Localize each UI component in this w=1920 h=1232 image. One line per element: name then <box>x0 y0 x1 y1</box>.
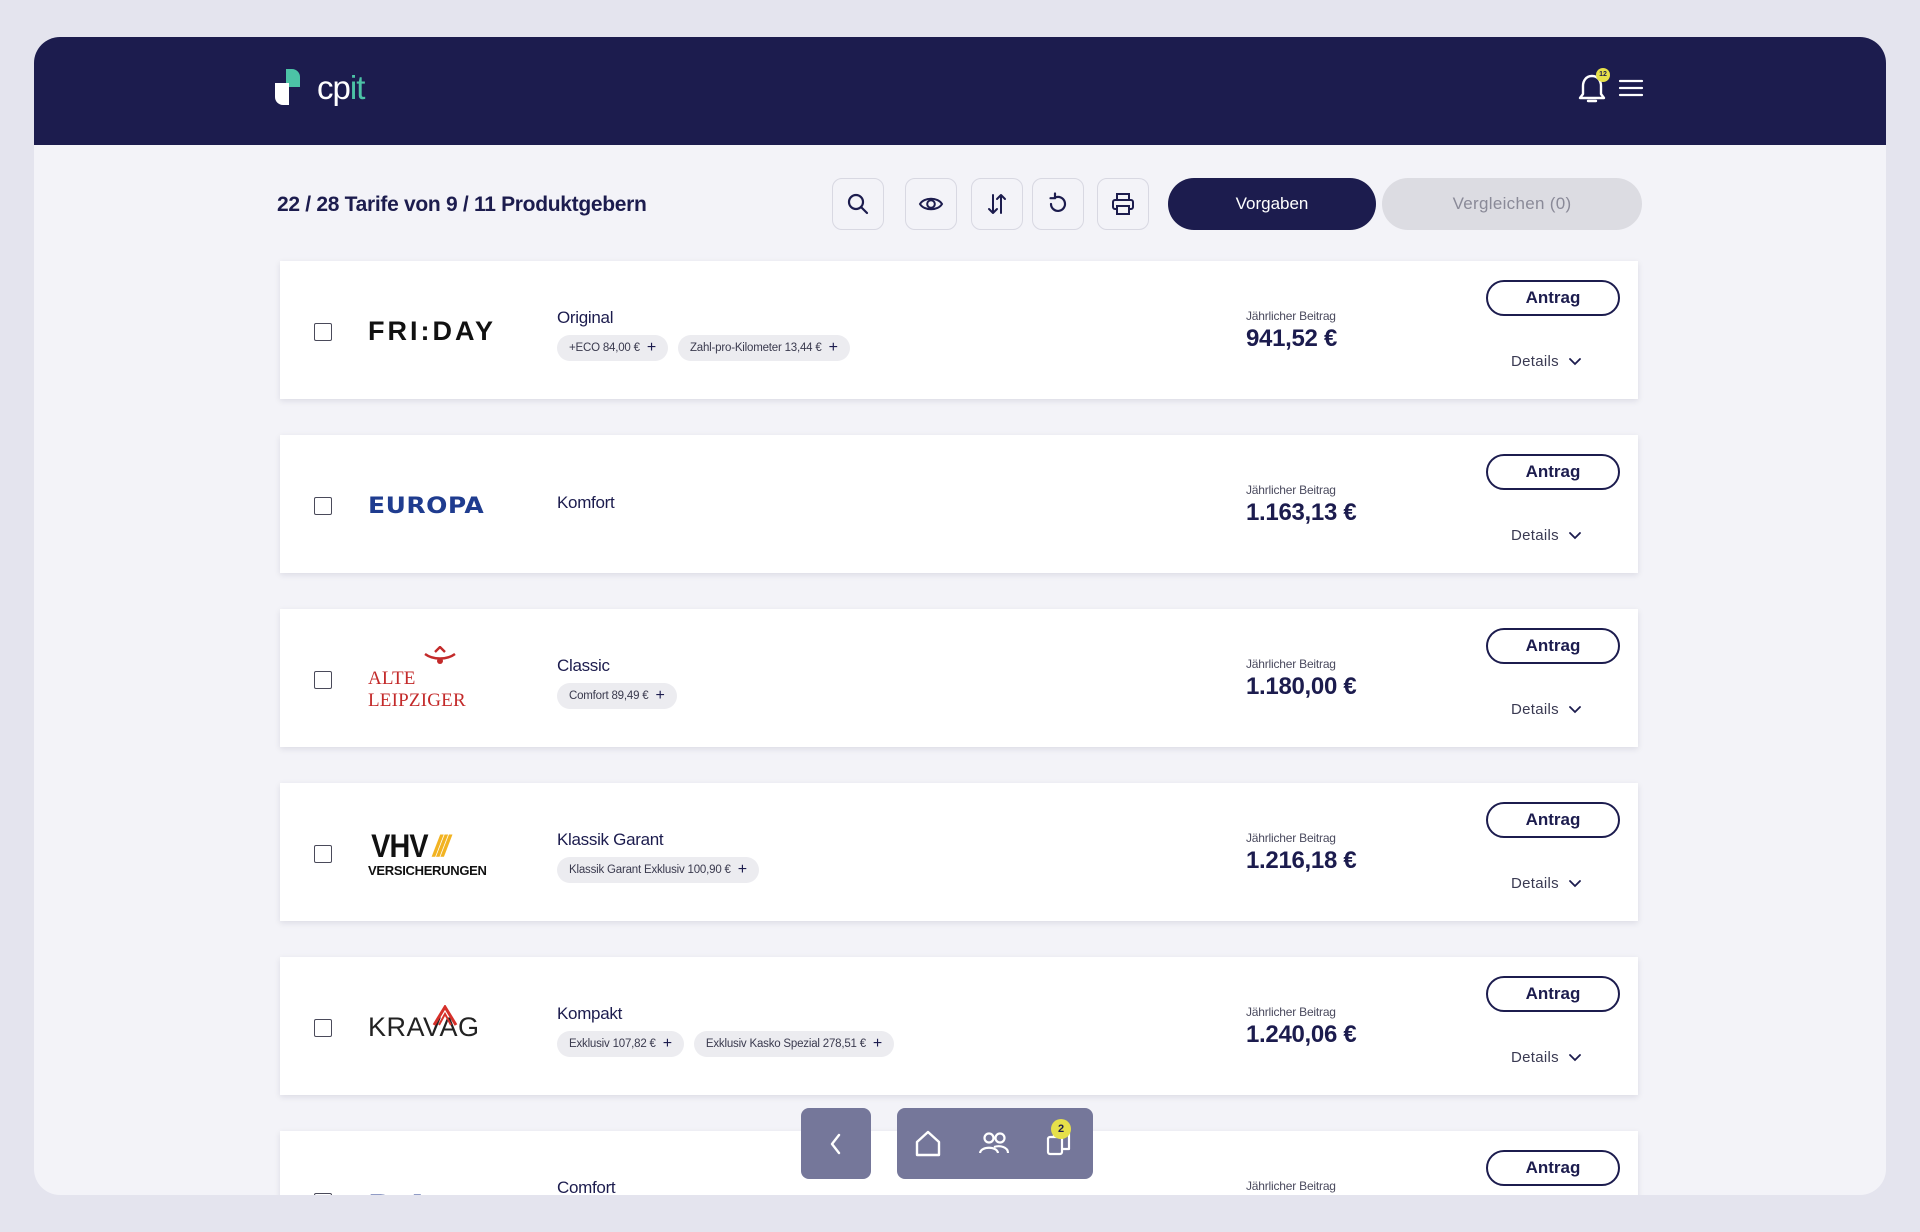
details-toggle[interactable]: Details <box>1511 701 1581 718</box>
option-chip[interactable]: Exklusiv 107,82 € + <box>557 1031 684 1057</box>
vergleichen-button[interactable]: Vergleichen (0) <box>1382 178 1642 230</box>
price-label: Jährlicher Beitrag <box>1246 1005 1336 1019</box>
tariff-card: VHV /// VERSICHERUNGEN Klassik Garant Kl… <box>280 783 1638 921</box>
details-toggle[interactable]: Details <box>1511 353 1581 370</box>
antrag-button[interactable]: Antrag <box>1486 454 1620 490</box>
annual-price: 1.240,06 € <box>1246 1021 1357 1048</box>
search-button[interactable] <box>832 178 884 230</box>
details-toggle[interactable]: Details <box>1511 875 1581 892</box>
app-window: cpit 12 22 / 28 Tarife von 9 / 11 Produk… <box>34 37 1886 1195</box>
provider-logo-da: DA <box>368 1169 518 1196</box>
plus-icon: + <box>872 1035 883 1052</box>
annual-price: 1.180,00 € <box>1246 673 1357 700</box>
antrag-button[interactable]: Antrag <box>1486 280 1620 316</box>
users-icon[interactable] <box>977 1126 1011 1160</box>
details-toggle[interactable]: Details <box>1511 1049 1581 1066</box>
details-toggle[interactable]: Details <box>1511 527 1581 544</box>
annual-price: 1.216,18 € <box>1246 847 1357 874</box>
price-label: Jährlicher Beitrag <box>1246 1179 1336 1193</box>
tariff-name: Klassik Garant <box>557 830 664 849</box>
home-icon[interactable] <box>911 1126 945 1160</box>
sort-button[interactable] <box>971 178 1023 230</box>
option-chip[interactable]: Exklusiv Kasko Spezial 278,51 € + <box>693 1031 895 1057</box>
result-summary: 22 / 28 Tarife von 9 / 11 Produktgebern <box>277 193 647 216</box>
tariff-card: EUROPA Komfort Jährlicher Beitrag 1.163,… <box>280 435 1638 573</box>
plus-icon: + <box>646 339 656 356</box>
plus-icon: + <box>828 339 838 356</box>
tariff-name: Kompakt <box>557 1004 622 1023</box>
printer-icon <box>1112 193 1134 215</box>
sort-arrows-icon <box>988 194 1006 214</box>
search-icon <box>847 193 869 215</box>
vorgaben-button[interactable]: Vorgaben <box>1168 178 1376 230</box>
tariff-card: KRAVAG Kompakt Exklusiv 107,82 € + Exklus… <box>280 957 1638 1095</box>
back-button[interactable] <box>801 1108 871 1179</box>
chevron-left-icon <box>830 1133 841 1154</box>
print-button[interactable] <box>1097 178 1149 230</box>
kravag-emblem <box>432 1005 458 1026</box>
compare-checkbox[interactable] <box>314 1019 332 1037</box>
compare-checkbox[interactable] <box>314 323 332 341</box>
price-label: Jährlicher Beitrag <box>1246 309 1336 323</box>
alte-leipziger-emblem <box>424 646 456 664</box>
tariff-name: Komfort <box>557 493 615 512</box>
antrag-button[interactable]: Antrag <box>1486 1150 1620 1186</box>
annual-price: 1.163,13 € <box>1246 499 1357 526</box>
antrag-button[interactable]: Antrag <box>1486 802 1620 838</box>
price-label: Jährlicher Beitrag <box>1246 483 1336 497</box>
compare-checkbox[interactable] <box>314 671 332 689</box>
option-chip[interactable]: Klassik Garant Exklusiv 100,90 € + <box>557 857 759 883</box>
tariff-name: Original <box>557 308 614 327</box>
option-chips: +ECO 84,00 € + Zahl-pro-Kilometer 13,44 €… <box>557 335 850 361</box>
cpit-logo[interactable]: cpit <box>275 69 365 107</box>
visibility-button[interactable] <box>905 178 957 230</box>
plus-icon: + <box>655 687 665 704</box>
chevron-down-icon <box>1569 357 1581 365</box>
tariff-name: Classic <box>557 656 610 675</box>
tariff-name: Comfort <box>557 1178 616 1195</box>
provider-logo-vhv: VHV /// VERSICHERUNGEN <box>368 828 487 878</box>
plus-icon: + <box>737 861 747 878</box>
tariff-card: FRI:DAY Original +ECO 84,00 € + Zahl-pro-… <box>280 261 1638 399</box>
antrag-button[interactable]: Antrag <box>1486 628 1620 664</box>
price-label: Jährlicher Beitrag <box>1246 831 1336 845</box>
chevron-down-icon <box>1569 1053 1581 1061</box>
notification-badge: 12 <box>1596 68 1610 82</box>
reset-button[interactable] <box>1032 178 1084 230</box>
antrag-button[interactable]: Antrag <box>1486 976 1620 1012</box>
chevron-down-icon <box>1569 879 1581 887</box>
chevron-down-icon <box>1569 705 1581 713</box>
option-chips: Exklusiv 107,82 € + Exklusiv Kasko Spezia… <box>557 1031 895 1057</box>
compare-checkbox[interactable] <box>314 497 332 515</box>
tariff-card: ALTE LEIPZIGER Classic Comfort 89,49 € + … <box>280 609 1638 747</box>
chevron-down-icon <box>1569 531 1581 539</box>
cpit-logo-text: cpit <box>317 69 365 106</box>
top-bar: cpit 12 <box>34 37 1886 145</box>
option-chips: Klassik Garant Exklusiv 100,90 € + <box>557 857 759 883</box>
provider-logo-alte-leipziger: ALTE LEIPZIGER <box>368 639 512 719</box>
compare-checkbox[interactable] <box>314 1193 332 1195</box>
eye-icon <box>918 197 944 211</box>
plus-icon: + <box>662 1035 672 1052</box>
provider-logo-europa: EUROPA <box>368 491 485 519</box>
price-label: Jährlicher Beitrag <box>1246 657 1336 671</box>
compare-count-badge: 2 <box>1051 1119 1071 1139</box>
annual-price: 941,52 € <box>1246 325 1338 352</box>
option-chip[interactable]: +ECO 84,00 € + <box>557 335 668 361</box>
option-chips: Comfort 89,49 € + <box>557 683 677 709</box>
option-chip[interactable]: Comfort 89,49 € + <box>557 683 677 709</box>
menu-icon[interactable] <box>1617 77 1645 99</box>
refresh-icon <box>1049 192 1067 213</box>
provider-logo-kravag: KRAVAG <box>368 987 518 1067</box>
option-chip[interactable]: Zahl-pro-Kilometer 13,44 € + <box>677 335 850 361</box>
cpit-logo-mark <box>275 69 305 107</box>
compare-checkbox[interactable] <box>314 845 332 863</box>
provider-logo-friday: FRI:DAY <box>368 315 497 346</box>
